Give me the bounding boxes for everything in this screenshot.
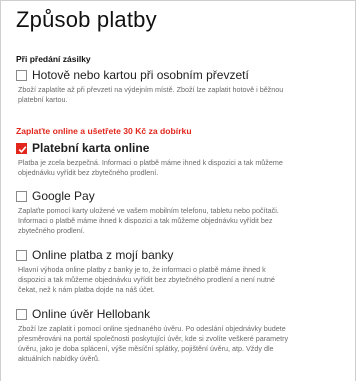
option-description: Zboží lze zaplatit i pomocí online sjedn… [18, 324, 346, 364]
description-line: čekat, než k nám platba dojde na náš úče… [18, 285, 155, 294]
description-line: dispozici a tak můžeme objednávku vyřídi… [18, 275, 275, 284]
option-description: Zaplaťte pomocí karty uložené ve vašem m… [18, 206, 346, 236]
option-label[interactable]: Online platba z mojí banky [32, 248, 173, 262]
description-line: přesměrováni na portál společnosti posky… [18, 334, 289, 343]
description-line: Platba je zcela bezpečná. Informaci o pl… [18, 158, 283, 167]
description-line: Hlavní výhoda online platby z banky je t… [18, 265, 266, 274]
page-title: Způsob platby [16, 7, 157, 32]
option-label[interactable]: Hotově nebo kartou při osobním převzetí [32, 68, 249, 82]
option-label[interactable]: Online úvěr Hellobank [32, 307, 150, 321]
section-title-online: Zaplaťte online a ušetřete 30 Kč za dobí… [16, 126, 192, 136]
description-line: Zboží zaplatíte až při převzetí na výdej… [18, 85, 284, 94]
description-line: Zaplaťte pomocí karty uložené ve vašem m… [18, 206, 279, 215]
description-line: zbytečného prodlení. [18, 226, 85, 235]
description-line: Informaci o platbě máme ihned k dispozic… [18, 216, 273, 225]
payment-method-panel: Způsob platby Při předání zásilky Hotově… [0, 0, 356, 381]
checkbox-checked[interactable] [16, 142, 27, 154]
option-row[interactable]: Online platba z mojí banky [16, 248, 346, 262]
checkbox[interactable] [16, 249, 27, 261]
payment-option-google-pay[interactable]: Google Pay Zaplaťte pomocí karty uložené… [16, 189, 346, 236]
option-label[interactable]: Google Pay [32, 189, 95, 203]
payment-option-cash[interactable]: Hotově nebo kartou při osobním převzetí … [16, 68, 346, 105]
checkbox[interactable] [16, 190, 27, 202]
section-title-cash: Při předání zásilky [16, 54, 91, 64]
checkmark-icon [18, 145, 27, 153]
checkbox[interactable] [16, 308, 27, 320]
description-line: objednávku vyřídit bez zbytečného prodle… [18, 168, 159, 177]
option-description: Platba je zcela bezpečná. Informaci o pl… [18, 158, 346, 178]
option-row[interactable]: Online úvěr Hellobank [16, 307, 346, 321]
payment-option-bank-transfer[interactable]: Online platba z mojí banky Hlavní výhoda… [16, 248, 346, 295]
option-row[interactable]: Google Pay [16, 189, 346, 203]
option-label[interactable]: Platební karta online [32, 141, 149, 155]
payment-option-card-online[interactable]: Platební karta online Platba je zcela be… [16, 141, 346, 178]
description-line: platební kartou. [18, 95, 68, 104]
option-description: Zboží zaplatíte až při převzetí na výdej… [18, 85, 346, 105]
description-line: úvěru, jako je doba splácení, výše měsíč… [18, 344, 274, 353]
description-line: Zboží lze zaplatit i pomocí online sjedn… [18, 324, 286, 333]
option-row[interactable]: Platební karta online [16, 141, 346, 155]
description-line: aktuálních nabídky úvěrů. [18, 354, 100, 363]
payment-option-hellobank-credit[interactable]: Online úvěr Hellobank Zboží lze zaplatit… [16, 307, 346, 364]
option-description: Hlavní výhoda online platby z banky je t… [18, 265, 346, 295]
option-row[interactable]: Hotově nebo kartou při osobním převzetí [16, 68, 346, 82]
checkbox[interactable] [16, 69, 27, 81]
